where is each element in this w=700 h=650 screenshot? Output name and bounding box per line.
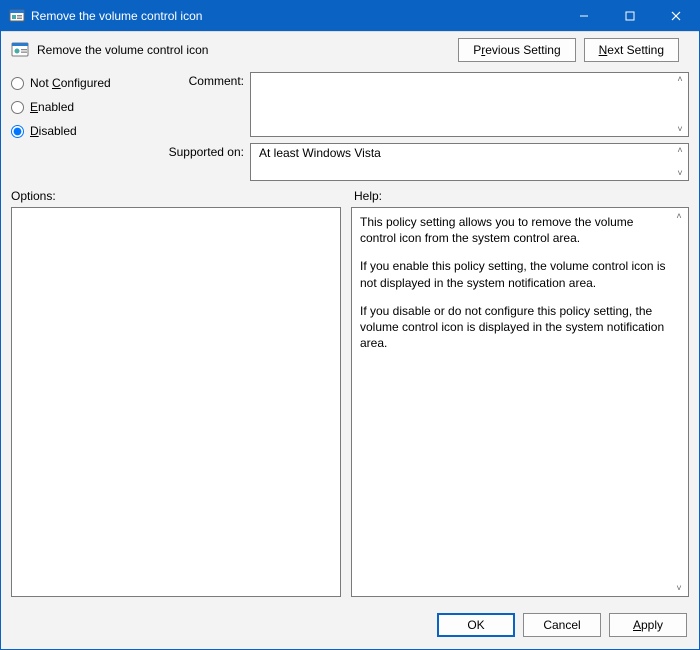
chevron-up-icon[interactable]: ˄ <box>674 75 686 84</box>
supported-on-label: Supported on: <box>154 143 244 159</box>
policy-editor-window: Remove the volume control icon Remove th… <box>0 0 700 650</box>
help-text: If you enable this policy setting, the v… <box>360 258 666 290</box>
help-scrollbar[interactable]: ˄˅ <box>672 210 686 594</box>
supported-spinner[interactable]: ˄˅ <box>674 146 686 178</box>
radio-not-configured[interactable]: Not Configured <box>11 76 136 90</box>
radio-label: Disabled <box>30 124 77 138</box>
apply-button[interactable]: Apply <box>609 613 687 637</box>
options-label: Options: <box>11 189 344 203</box>
help-text: If you disable or do not configure this … <box>360 303 666 352</box>
previous-setting-button[interactable]: Previous Setting <box>458 38 575 62</box>
help-box: This policy setting allows you to remove… <box>351 207 689 597</box>
help-label: Help: <box>354 189 382 203</box>
next-setting-button[interactable]: Next Setting <box>584 38 679 62</box>
close-button[interactable] <box>653 1 699 31</box>
maximize-button[interactable] <box>607 1 653 31</box>
cancel-button[interactable]: Cancel <box>523 613 601 637</box>
dialog-footer: OK Cancel Apply <box>1 605 699 649</box>
chevron-up-icon[interactable]: ˄ <box>674 146 686 155</box>
comment-label: Comment: <box>154 72 244 88</box>
state-radio-group: Not Configured Enabled Disabled <box>11 72 136 181</box>
ok-button[interactable]: OK <box>437 613 515 637</box>
help-text: This policy setting allows you to remove… <box>360 214 666 246</box>
options-box <box>11 207 341 597</box>
radio-label: Not Configured <box>30 76 111 90</box>
comment-field[interactable]: ˄˅ <box>250 72 689 137</box>
chevron-down-icon[interactable]: ˅ <box>674 169 686 178</box>
supported-on-field: At least Windows Vista ˄˅ <box>250 143 689 181</box>
comment-spinner[interactable]: ˄˅ <box>674 75 686 134</box>
client-area: Remove the volume control icon Previous … <box>1 31 699 649</box>
radio-disabled[interactable]: Disabled <box>11 124 136 138</box>
chevron-up-icon[interactable]: ˄ <box>672 210 686 222</box>
radio-enabled-input[interactable] <box>11 101 24 114</box>
app-icon <box>9 8 25 24</box>
policy-header: Remove the volume control icon Previous … <box>1 32 699 64</box>
policy-icon <box>11 41 29 59</box>
radio-not-configured-input[interactable] <box>11 77 24 90</box>
radio-disabled-input[interactable] <box>11 125 24 138</box>
chevron-down-icon[interactable]: ˅ <box>674 125 686 134</box>
titlebar[interactable]: Remove the volume control icon <box>1 1 699 31</box>
minimize-button[interactable] <box>561 1 607 31</box>
chevron-down-icon[interactable]: ˅ <box>672 582 686 594</box>
radio-enabled[interactable]: Enabled <box>11 100 136 114</box>
window-controls <box>561 1 699 31</box>
policy-title: Remove the volume control icon <box>37 43 458 57</box>
supported-on-value: At least Windows Vista <box>259 146 381 160</box>
radio-label: Enabled <box>30 100 74 114</box>
window-title: Remove the volume control icon <box>31 9 561 23</box>
